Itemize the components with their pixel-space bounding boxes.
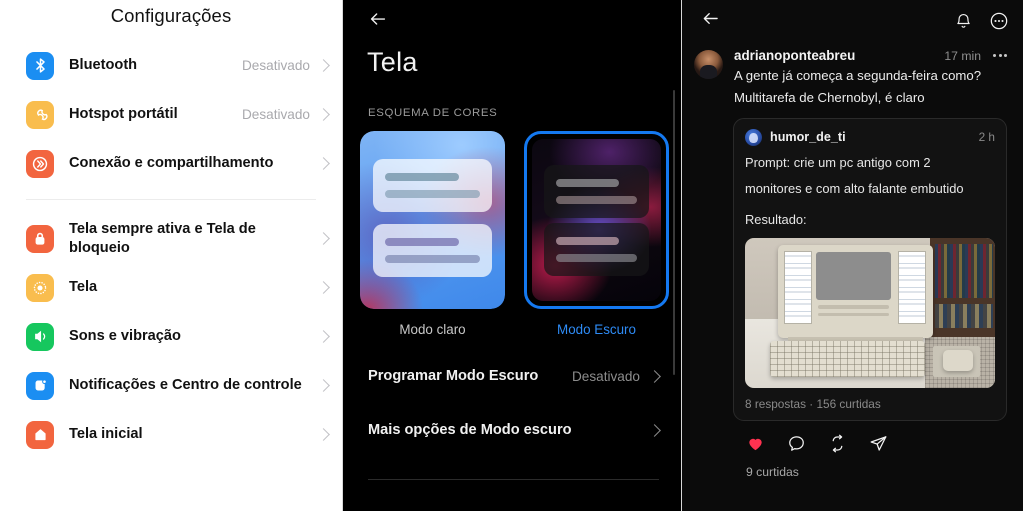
home-icon [26, 420, 54, 449]
sidebar-item-sounds-vibration[interactable]: Sons e vibração [0, 312, 342, 361]
back-button[interactable] [700, 8, 721, 34]
page-title: Configurações [110, 5, 232, 26]
retro-computer-photo[interactable] [745, 237, 995, 388]
theme-option-light[interactable]: Modo claro [360, 131, 505, 337]
post: adrianoponteabreu 17 min A gente já come… [682, 42, 1023, 479]
dark-theme-preview[interactable] [524, 131, 669, 309]
quoted-text-line-2: monitores e com alto falante embutido [745, 181, 964, 197]
sidebar-item-value: Desativado [241, 107, 310, 122]
sidebar-item-hotspot[interactable]: Hotspot portátil Desativado [0, 90, 342, 139]
option-label: Mais opções de Modo escuro [368, 422, 572, 438]
three-panel-screenshot: Configurações Bluetooth Desativado Hotsp… [0, 0, 1024, 511]
chevron-right-icon [317, 330, 330, 343]
option-value: Desativado [571, 368, 640, 384]
username[interactable]: adrianoponteabreu [734, 48, 855, 63]
sidebar-item-label: Conexão e compartilhamento [69, 155, 274, 172]
timestamp: 17 min [944, 48, 981, 63]
chevron-right-icon [317, 232, 330, 245]
quoted-timestamp: 2 h [978, 130, 995, 145]
display-settings-panel: Tela ESQUEMA DE CORES Modo claro Modo Es… [342, 0, 682, 511]
chevron-right-icon [317, 428, 330, 441]
chevron-right-icon [648, 369, 661, 383]
sidebar-item-label: Sons e vibração [69, 328, 181, 345]
lock-icon [26, 224, 54, 253]
post-meta: adrianoponteabreu 17 min [734, 48, 1007, 63]
quoted-user-avatar[interactable] [745, 128, 762, 146]
more-dark-mode-options-row[interactable]: Mais opções de Modo escuro [343, 422, 681, 438]
back-button[interactable] [365, 8, 391, 34]
theme-label: Modo claro [399, 322, 466, 337]
sidebar-item-label: Tela inicial [69, 426, 143, 443]
list-divider [26, 199, 316, 200]
speaker-icon [26, 322, 54, 351]
comment-icon[interactable] [787, 434, 806, 458]
option-label: Programar Modo Escuro [368, 368, 539, 384]
settings-list: Bluetooth Desativado Hotspot portátil De… [0, 41, 342, 459]
section-header: ESQUEMA DE CORES [368, 107, 498, 119]
bluetooth-icon [26, 51, 54, 80]
theme-label-selected: Modo Escuro [557, 322, 636, 337]
heart-filled-icon[interactable] [746, 434, 765, 458]
bell-icon[interactable] [954, 12, 973, 31]
share-icon[interactable] [869, 434, 888, 458]
more-horizontal-icon[interactable] [993, 54, 1007, 57]
chevron-right-icon [317, 379, 330, 392]
quoted-post[interactable]: humor_de_ti 2 h Prompt: crie um pc antig… [733, 117, 1007, 421]
settings-panel: Configurações Bluetooth Desativado Hotsp… [0, 0, 342, 511]
hotspot-icon [26, 100, 54, 129]
quoted-post-stats: 8 respostas · 156 curtidas [745, 396, 881, 411]
feed-header [682, 0, 1023, 42]
repost-icon[interactable] [828, 434, 847, 458]
chevron-right-icon [317, 281, 330, 294]
vertical-scrollbar[interactable] [673, 90, 675, 375]
sidebar-item-notifications-control-center[interactable]: Notificações e Centro de controle [0, 361, 342, 410]
avatar[interactable] [694, 50, 723, 79]
light-theme-preview[interactable] [360, 131, 505, 309]
sidebar-item-home-screen[interactable]: Tela inicial [0, 410, 342, 459]
color-scheme-options: Modo claro Modo Escuro [343, 131, 681, 337]
social-feed-panel: adrianoponteabreu 17 min A gente já come… [682, 0, 1023, 511]
quoted-username[interactable]: humor_de_ti [770, 130, 846, 144]
sidebar-item-label: Notificações e Centro de controle [69, 377, 302, 394]
quoted-text-line-3: Resultado: [745, 211, 807, 227]
connection-share-icon [26, 149, 54, 178]
sidebar-item-label: Hotspot portátil [69, 106, 178, 123]
schedule-dark-mode-row[interactable]: Programar Modo Escuro Desativado [343, 368, 681, 384]
arrow-left-icon [367, 8, 389, 35]
sidebar-item-label: Tela [69, 279, 98, 296]
chevron-right-icon [317, 59, 330, 72]
sidebar-item-connection-sharing[interactable]: Conexão e compartilhamento [0, 139, 342, 188]
chevron-right-icon [317, 108, 330, 121]
sidebar-item-label: Tela sempre ativa e Tela de bloqueio [69, 220, 256, 256]
sidebar-item-display[interactable]: Tela [0, 263, 342, 312]
post-text-line-1: A gente já começa a segunda-feira como? [734, 68, 982, 83]
likes-count: 9 curtidas [746, 464, 799, 479]
sidebar-item-always-on-lockscreen[interactable]: Tela sempre ativa e Tela de bloqueio [0, 214, 342, 263]
post-text-line-2: Multitarefa de Chernobyl, é claro [734, 90, 925, 106]
more-circle-icon[interactable] [989, 11, 1009, 31]
sidebar-item-label: Bluetooth [69, 57, 138, 74]
chevron-right-icon [317, 157, 330, 170]
theme-option-dark[interactable]: Modo Escuro [524, 131, 669, 337]
brightness-icon [26, 273, 54, 302]
sidebar-item-value: Desativado [241, 58, 310, 73]
notifications-icon [26, 371, 54, 400]
post-actions [734, 421, 1007, 458]
section-divider [368, 479, 659, 480]
page-title: Tela [367, 47, 418, 77]
chevron-right-icon [648, 423, 661, 437]
sidebar-item-bluetooth[interactable]: Bluetooth Desativado [0, 41, 342, 90]
quoted-text-line-1: Prompt: crie um pc antigo com 2 [745, 154, 931, 170]
